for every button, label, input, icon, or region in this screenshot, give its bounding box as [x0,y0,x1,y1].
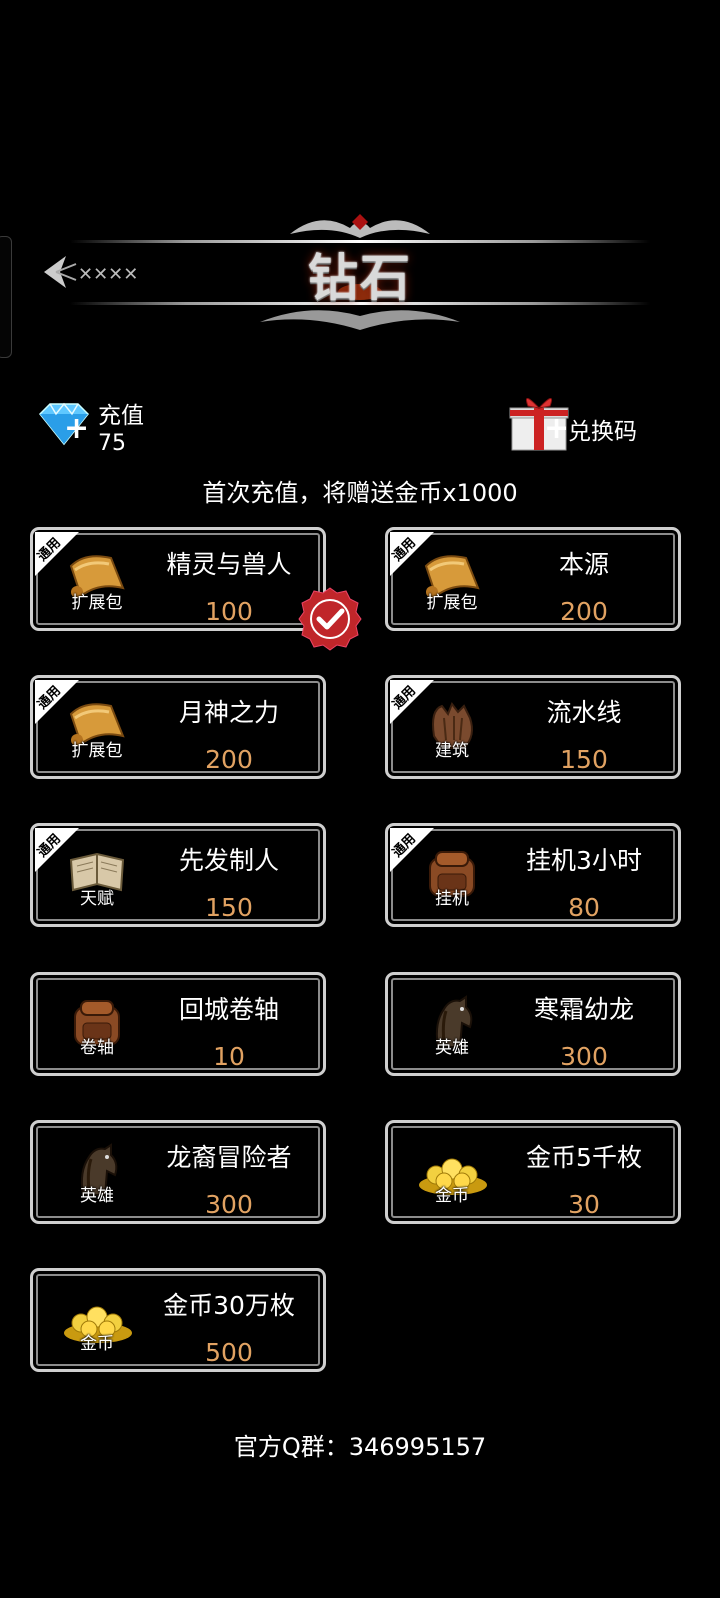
redeem-code-button[interactable]: + 兑换码 [508,392,658,454]
item-price: 80 [568,893,600,922]
item-name: 流水线 [546,698,622,727]
shop-item-card[interactable]: 金币 金币5千枚 30 [385,1120,681,1224]
item-price: 500 [205,1338,253,1367]
item-category: 天赋 [80,889,114,909]
item-category: 建筑 [435,741,469,761]
shop-item-card[interactable]: 卷轴 回城卷轴 10 [30,972,326,1076]
item-category: 挂机 [435,889,469,909]
page-title: 钻石 [308,248,412,307]
selected-check-badge[interactable] [297,586,363,652]
shop-item-card[interactable]: 英雄 龙裔冒险者 300 [30,1120,326,1224]
side-edge-handle[interactable] [0,236,12,358]
item-name: 寒霜幼龙 [533,995,634,1024]
item-name: 精灵与兽人 [166,550,292,579]
item-category: 卷轴 [80,1038,114,1058]
item-name: 金币30万枚 [163,1291,295,1320]
recharge-button[interactable]: + 充值 75 [34,402,194,462]
item-category: 扩展包 [71,593,123,613]
item-name: 挂机3小时 [526,846,642,875]
item-name: 金币5千枚 [526,1143,642,1172]
shop-item-card[interactable]: 通用 扩展包 月神之力 200 [30,675,326,779]
shop-item-card[interactable]: 通用 扩展包 精灵与兽人 100 [30,527,326,631]
item-name: 先发制人 [178,846,279,875]
shop-item-card[interactable]: 通用 挂机 挂机3小时 80 [385,823,681,927]
first-recharge-promo: 首次充值，将赠送金币x1000 [202,479,518,507]
plus-icon: + [544,411,570,446]
shop-item-card[interactable]: 通用 扩展包 本源 200 [385,527,681,631]
diamond-shop-screen: ✕✕✕✕ 钻石 + 充值 75 + 兑换码 首次充值，将赠送金币x1000 通用… [0,0,720,1598]
item-category: 扩展包 [426,593,478,613]
item-price: 300 [205,1190,253,1219]
diamond-count: 75 [98,431,126,456]
item-price: 150 [205,893,253,922]
shop-item-card[interactable]: 通用 建筑 流水线 150 [385,675,681,779]
item-category: 英雄 [435,1038,469,1058]
item-name: 龙裔冒险者 [166,1143,292,1172]
recharge-label: 充值 [98,403,144,429]
item-category: 扩展包 [71,741,123,761]
shop-item-card[interactable]: 金币 金币30万枚 500 [30,1268,326,1372]
item-category: 英雄 [80,1186,114,1206]
header-banner: ✕✕✕✕ 钻石 [30,210,690,345]
item-category: 金币 [435,1186,469,1206]
item-price: 200 [205,745,253,774]
item-name: 回城卷轴 [178,995,279,1024]
redeem-code-label: 兑换码 [568,419,637,445]
item-name: 月神之力 [178,698,279,727]
official-qq-group: 官方Q群：346995157 [233,1433,487,1461]
item-price: 30 [568,1190,600,1219]
item-price: 10 [213,1042,245,1071]
item-price: 300 [560,1042,608,1071]
item-price: 150 [560,745,608,774]
shop-item-card[interactable]: 英雄 寒霜幼龙 300 [385,972,681,1076]
shop-item-card[interactable]: 通用 天赋 先发制人 150 [30,823,326,927]
item-category: 金币 [80,1334,114,1354]
item-price: 200 [560,597,608,626]
item-name: 本源 [558,550,609,579]
plus-icon: + [64,411,90,446]
item-price: 100 [205,597,253,626]
